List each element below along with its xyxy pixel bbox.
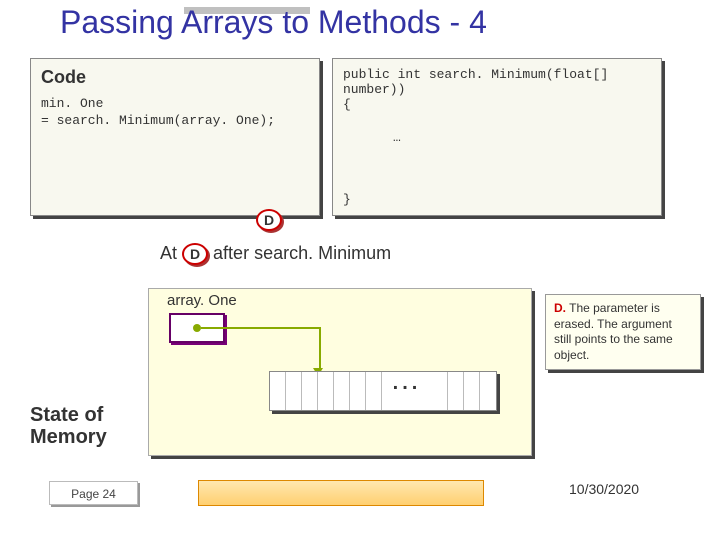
note-box: D. The parameter is erased. The argument…: [545, 294, 701, 370]
array-cell: [448, 372, 464, 410]
footer-bar: [198, 480, 484, 506]
slide-date: 10/30/2020: [569, 481, 639, 497]
method-line-1: public int search. Minimum(float[]: [343, 67, 651, 82]
method-line-2: number)): [343, 82, 651, 97]
step-badge-d-code: D: [256, 209, 282, 231]
state-line-1: State of: [30, 404, 107, 426]
arrayone-label: array. One: [167, 292, 237, 309]
step-caption: At D after search. Minimum: [160, 243, 391, 265]
array-cell: [432, 372, 448, 410]
code-line-1: min. One: [41, 96, 309, 113]
array-cell: [350, 372, 366, 410]
method-panel: public int search. Minimum(float[] numbe…: [332, 58, 662, 216]
code-heading: Code: [41, 67, 309, 88]
state-line-2: Memory: [30, 426, 107, 448]
array-cell: [334, 372, 350, 410]
caption-func: search. Minimum: [254, 243, 391, 263]
memory-panel: array. One ...: [148, 288, 532, 456]
step-badge-d-caption: D: [182, 243, 208, 265]
caption-at: At: [160, 243, 177, 263]
array-object: ...: [269, 371, 497, 411]
array-ellipsis: ...: [382, 372, 432, 410]
state-of-memory-label: State of Memory: [30, 404, 107, 448]
method-line-5: }: [343, 192, 351, 207]
array-cell: [318, 372, 334, 410]
caption-after: after: [213, 243, 249, 263]
page-number: Page 24: [49, 481, 138, 505]
pointer-dot-icon: [193, 324, 201, 332]
note-text: The parameter is erased. The argument st…: [554, 301, 673, 362]
array-cell: [366, 372, 382, 410]
slide-title: Passing Arrays to Methods - 4: [60, 4, 487, 41]
pointer-line-h: [201, 327, 321, 329]
note-badge: D.: [554, 301, 566, 315]
array-cell: [270, 372, 286, 410]
code-line-2: = search. Minimum(array. One);: [41, 113, 309, 130]
array-cell: [302, 372, 318, 410]
array-cell: [286, 372, 302, 410]
method-line-3: {: [343, 97, 651, 112]
code-panel: Code min. One = search. Minimum(array. O…: [30, 58, 320, 216]
pointer-line-v: [319, 327, 321, 371]
array-cell: [464, 372, 480, 410]
array-cell: [480, 372, 496, 410]
method-line-4: …: [393, 130, 401, 145]
